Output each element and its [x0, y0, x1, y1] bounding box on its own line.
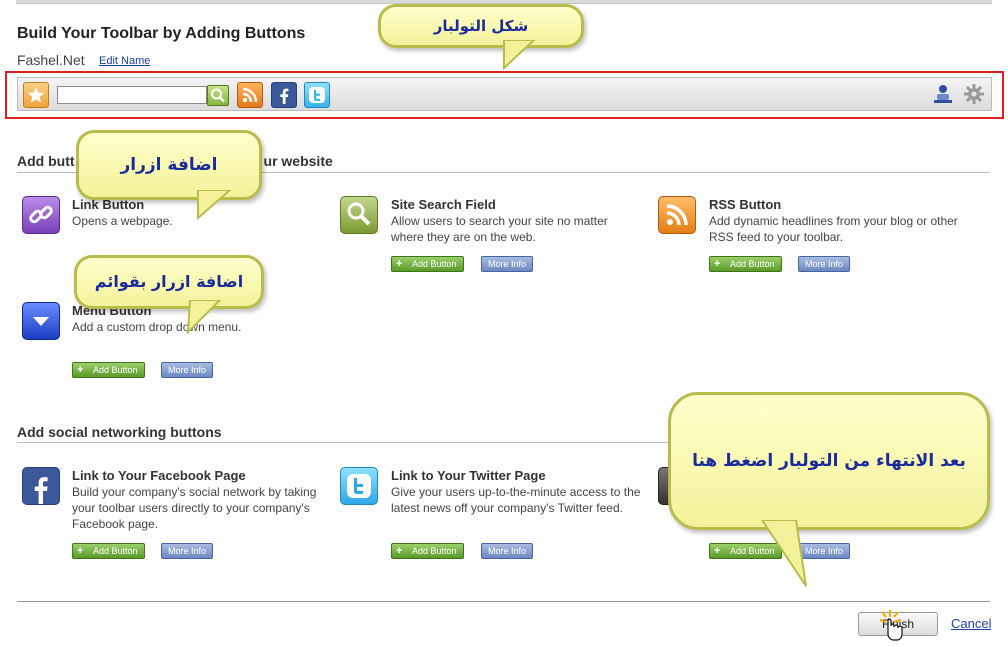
card-desc-rss: Add dynamic headlines from your blog or …	[709, 214, 958, 244]
more-info-search[interactable]: More Info	[481, 256, 534, 272]
cursor-hand-icon	[876, 608, 910, 642]
toolbar-search-input[interactable]	[57, 86, 207, 104]
card-title-rss: RSS Button	[709, 197, 782, 212]
rss-icon	[658, 196, 696, 234]
card-title-search: Site Search Field	[391, 197, 496, 212]
toolbar-name: Fashel.Net	[17, 52, 85, 68]
callout-pointer	[760, 520, 807, 587]
add-button-menu[interactable]: + Add Button	[72, 362, 145, 378]
more-info-facebook[interactable]: More Info	[161, 543, 214, 559]
twitter-icon	[340, 467, 378, 505]
star-icon[interactable]	[23, 82, 49, 108]
cancel-link[interactable]: Cancel	[951, 616, 991, 631]
section-heading-social: Add social networking buttons	[17, 424, 222, 440]
twitter-icon[interactable]	[304, 82, 330, 108]
callout-pointer	[503, 40, 536, 70]
more-info-twitter[interactable]: More Info	[481, 543, 534, 559]
gear-icon[interactable]	[963, 83, 985, 105]
dropdown-icon	[22, 302, 60, 340]
card-desc-facebook: Build your company's social network by t…	[72, 485, 317, 531]
callout-finish-hint: بعد الانتهاء من التولبار اضغط هنا	[668, 392, 990, 530]
more-info-rss[interactable]: More Info	[798, 256, 851, 272]
add-button-twitter[interactable]: + Add Button	[391, 543, 464, 559]
card-desc-search: Allow users to search your site no matte…	[391, 214, 608, 244]
more-info-menu[interactable]: More Info	[161, 362, 214, 378]
rss-icon[interactable]	[237, 82, 263, 108]
callout-pointer	[186, 300, 222, 334]
callout-add-menu-buttons: اضافة ازرار بقوائم	[74, 255, 264, 309]
callout-pointer	[197, 190, 232, 220]
facebook-icon[interactable]	[271, 82, 297, 108]
add-button-rss[interactable]: + Add Button	[709, 256, 782, 272]
card-desc-twitter: Give your users up-to-the-minute access …	[391, 485, 641, 515]
facebook-icon	[22, 467, 60, 505]
search-icon[interactable]	[207, 85, 229, 106]
user-icon[interactable]	[932, 83, 954, 105]
card-title-twitter: Link to Your Twitter Page	[391, 468, 546, 483]
link-icon	[22, 196, 60, 234]
page-title: Build Your Toolbar by Adding Buttons	[17, 25, 306, 42]
add-button-search[interactable]: + Add Button	[391, 256, 464, 272]
add-button-facebook[interactable]: + Add Button	[72, 543, 145, 559]
callout-toolbar-shape: شكل التولبار	[378, 4, 584, 48]
edit-name-link[interactable]: Edit Name	[99, 55, 150, 67]
footer-divider	[17, 601, 990, 602]
card-title-facebook: Link to Your Facebook Page	[72, 468, 246, 483]
search-icon	[340, 196, 378, 234]
